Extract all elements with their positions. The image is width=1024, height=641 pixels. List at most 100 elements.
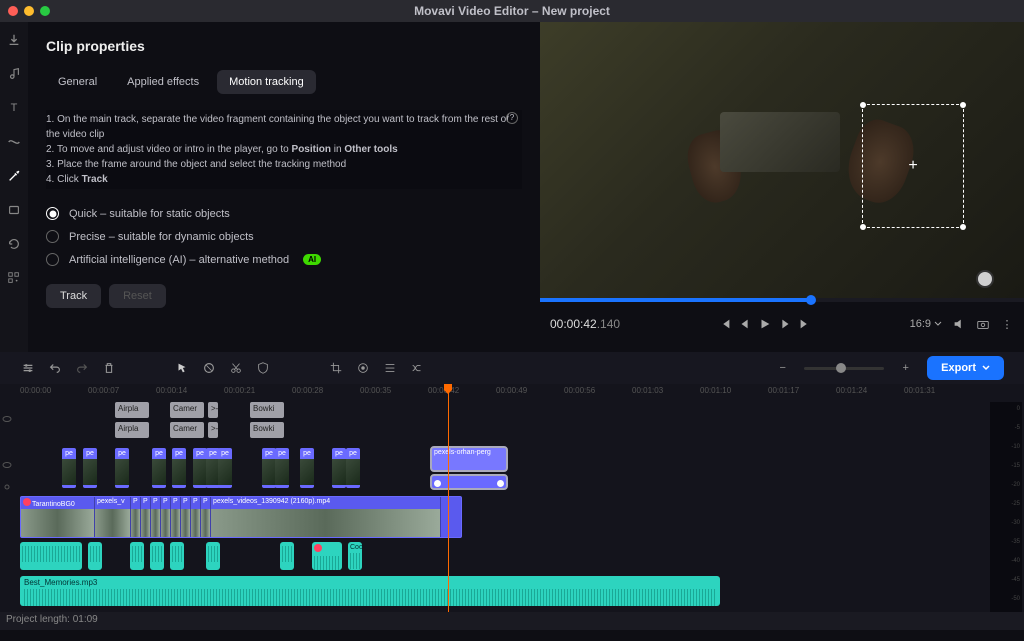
fx-clip[interactable]: pe bbox=[275, 448, 289, 488]
aspect-ratio-select[interactable]: 16:9 bbox=[910, 318, 942, 330]
music-clip[interactable]: Best_Memories.mp3 bbox=[20, 576, 720, 606]
timeline-marker[interactable]: >- bbox=[208, 402, 218, 418]
tab-general[interactable]: General bbox=[46, 70, 109, 94]
fx-clip[interactable]: pe bbox=[152, 448, 166, 488]
timeline-marker[interactable]: >- bbox=[208, 422, 218, 438]
video-clip[interactable]: P bbox=[191, 497, 201, 537]
volume-icon[interactable] bbox=[952, 317, 966, 331]
time-ruler[interactable]: 00:00:0000:00:0700:00:1400:00:2100:00:28… bbox=[0, 384, 1024, 402]
video-clip[interactable]: pexels_v bbox=[95, 497, 131, 537]
timeline[interactable]: Airpla Camer>- Bowki Airpla Camer>- Bowki pe… bbox=[0, 402, 1024, 612]
import-icon[interactable] bbox=[6, 32, 22, 48]
redo-icon[interactable] bbox=[74, 361, 89, 376]
more-tools-icon[interactable] bbox=[6, 270, 22, 286]
video-clip[interactable]: P bbox=[201, 497, 211, 537]
fx-track[interactable]: pexels-orhan-perg pepepepepepepepepepepe… bbox=[20, 446, 1024, 492]
sfx-clip[interactable] bbox=[170, 542, 184, 570]
more-icon[interactable]: ⋮ bbox=[1000, 317, 1014, 331]
timeline-marker[interactable]: Bowki bbox=[250, 422, 284, 438]
skip-back-icon[interactable] bbox=[718, 317, 732, 331]
cut-icon[interactable] bbox=[228, 361, 243, 376]
playhead[interactable] bbox=[448, 386, 449, 612]
maximize-window-button[interactable] bbox=[40, 6, 50, 16]
radio-precise[interactable]: Precise – suitable for dynamic objects bbox=[46, 230, 522, 243]
minimize-window-button[interactable] bbox=[24, 6, 34, 16]
marker-track-1[interactable]: Airpla Camer>- Bowki bbox=[20, 402, 1024, 420]
sfx-clip[interactable] bbox=[206, 542, 220, 570]
fx-clip[interactable]: pe bbox=[62, 448, 76, 488]
fx-clip[interactable]: pe bbox=[218, 448, 232, 488]
skip-forward-icon[interactable] bbox=[798, 317, 812, 331]
tracker-box[interactable]: + bbox=[862, 104, 964, 228]
music-icon[interactable] bbox=[6, 66, 22, 82]
video-clip[interactable]: P bbox=[141, 497, 151, 537]
zoom-out-icon[interactable]: − bbox=[775, 361, 790, 376]
record-icon[interactable] bbox=[355, 361, 370, 376]
adjust-icon[interactable] bbox=[382, 361, 397, 376]
sfx-clip[interactable]: Cook bbox=[348, 542, 362, 570]
fx-clip[interactable]: pe bbox=[262, 448, 276, 488]
delete-icon[interactable] bbox=[101, 361, 116, 376]
tracker-handle[interactable] bbox=[960, 224, 966, 230]
video-clip[interactable]: P bbox=[181, 497, 191, 537]
sfx-clip[interactable] bbox=[150, 542, 164, 570]
radio-quick[interactable]: Quick – suitable for static objects bbox=[46, 207, 522, 220]
tracker-handle[interactable] bbox=[860, 224, 866, 230]
progress-handle[interactable] bbox=[806, 295, 816, 305]
fx-clip[interactable]: pe bbox=[83, 448, 97, 488]
timeline-marker[interactable]: Airpla bbox=[115, 422, 149, 438]
video-clip[interactable]: P bbox=[131, 497, 141, 537]
music-track[interactable]: Best_Memories.mp3 bbox=[20, 576, 1024, 606]
marker-track-2[interactable]: Airpla Camer>- Bowki bbox=[20, 422, 1024, 440]
shuffle-icon[interactable] bbox=[409, 361, 424, 376]
timeline-marker[interactable]: Camer bbox=[170, 402, 204, 418]
step-back-icon[interactable] bbox=[738, 317, 752, 331]
pointer-icon[interactable] bbox=[174, 361, 189, 376]
video-clip[interactable]: TarantinoBG0 bbox=[21, 497, 95, 537]
sfx-clip[interactable] bbox=[312, 542, 342, 570]
fx-clip[interactable]: pe bbox=[172, 448, 186, 488]
fx-clip[interactable]: pe bbox=[300, 448, 314, 488]
play-icon[interactable] bbox=[758, 317, 772, 331]
settings-icon[interactable] bbox=[20, 361, 35, 376]
tab-applied-effects[interactable]: Applied effects bbox=[115, 70, 211, 94]
timeline-marker[interactable]: Bowki bbox=[250, 402, 284, 418]
shield-icon[interactable] bbox=[255, 361, 270, 376]
help-icon[interactable]: ? bbox=[506, 112, 518, 124]
transitions-icon[interactable] bbox=[6, 134, 22, 150]
video-clip[interactable]: P bbox=[161, 497, 171, 537]
preview-video[interactable]: + bbox=[540, 22, 1024, 298]
sfx-clip[interactable] bbox=[20, 542, 82, 570]
linked-clip[interactable]: pexels-orhan-perg bbox=[430, 446, 508, 490]
fx-clip[interactable]: pe bbox=[346, 448, 360, 488]
timeline-marker[interactable]: Camer bbox=[170, 422, 204, 438]
visibility-icon[interactable] bbox=[2, 460, 12, 470]
radio-ai[interactable]: Artificial intelligence (AI) – alternati… bbox=[46, 253, 522, 266]
video-clip[interactable]: P bbox=[151, 497, 161, 537]
zoom-in-icon[interactable]: + bbox=[898, 361, 913, 376]
close-window-button[interactable] bbox=[8, 6, 18, 16]
fx-clip[interactable]: pe bbox=[115, 448, 129, 488]
link-icon[interactable] bbox=[2, 482, 12, 492]
sfx-track[interactable]: Cook bbox=[20, 542, 1024, 572]
sfx-clip[interactable] bbox=[88, 542, 102, 570]
tracker-handle[interactable] bbox=[960, 102, 966, 108]
elements-icon[interactable] bbox=[6, 202, 22, 218]
sfx-clip[interactable] bbox=[280, 542, 294, 570]
timeline-marker[interactable]: Airpla bbox=[115, 402, 149, 418]
snapshot-icon[interactable] bbox=[976, 317, 990, 331]
reset-button[interactable]: Reset bbox=[109, 284, 166, 308]
progress-bar[interactable] bbox=[540, 298, 1024, 302]
track-button[interactable]: Track bbox=[46, 284, 101, 308]
video-clip[interactable]: pexels_videos_1390942 (2160p).mp4 bbox=[211, 497, 441, 537]
history-icon[interactable] bbox=[6, 236, 22, 252]
export-button[interactable]: Export bbox=[927, 356, 1004, 380]
tracker-handle[interactable] bbox=[860, 102, 866, 108]
sfx-clip[interactable] bbox=[130, 542, 144, 570]
undo-icon[interactable] bbox=[47, 361, 62, 376]
video-clip[interactable]: P bbox=[171, 497, 181, 537]
crop-icon[interactable] bbox=[328, 361, 343, 376]
circle-tool-icon[interactable] bbox=[201, 361, 216, 376]
step-forward-icon[interactable] bbox=[778, 317, 792, 331]
fx-clip[interactable]: pe bbox=[332, 448, 346, 488]
